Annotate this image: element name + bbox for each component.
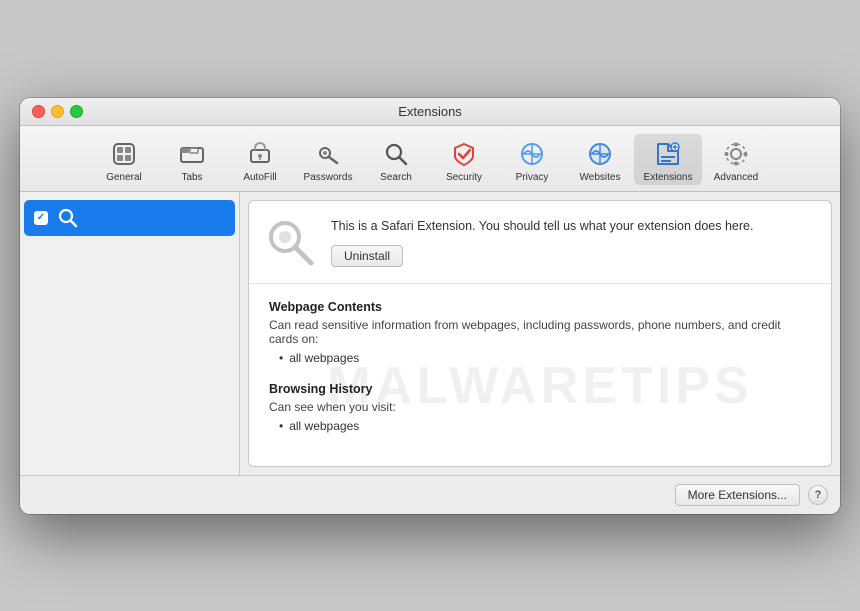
- uninstall-button[interactable]: Uninstall: [331, 245, 403, 267]
- privacy-icon: [516, 138, 548, 170]
- extension-main-icon: [265, 217, 317, 269]
- privacy-label: Privacy: [516, 172, 549, 183]
- toolbar-item-tabs[interactable]: Tabs: [158, 134, 226, 185]
- extension-list-icon: [56, 206, 80, 230]
- permissions-section: Webpage Contents Can read sensitive info…: [249, 284, 831, 466]
- autofill-icon: [244, 138, 276, 170]
- search-toolbar-icon: [380, 138, 412, 170]
- maximize-button[interactable]: [70, 105, 83, 118]
- footer: More Extensions... ?: [20, 475, 840, 514]
- history-item-0: all webpages: [279, 418, 811, 434]
- websites-icon: [584, 138, 616, 170]
- extension-header: This is a Safari Extension. You should t…: [249, 201, 831, 284]
- security-label: Security: [446, 172, 482, 183]
- webpage-contents-desc: Can read sensitive information from webp…: [269, 318, 811, 346]
- search-label: Search: [380, 172, 412, 183]
- websites-label: Websites: [580, 172, 621, 183]
- security-icon: [448, 138, 480, 170]
- tabs-icon: [176, 138, 208, 170]
- toolbar-item-passwords[interactable]: Passwords: [294, 134, 362, 185]
- more-extensions-button[interactable]: More Extensions...: [675, 484, 800, 506]
- window-title: Extensions: [398, 104, 462, 119]
- toolbar-item-autofill[interactable]: AutoFill: [226, 134, 294, 185]
- toolbar-item-websites[interactable]: Websites: [566, 134, 634, 185]
- detail-panel: MALWARETIPS This is a Safari Extension. …: [248, 200, 832, 467]
- checkmark-icon: ✓: [37, 213, 45, 223]
- main-content: ✓ MALWARETIPS: [20, 192, 840, 475]
- sidebar: ✓: [20, 192, 240, 475]
- traffic-lights: [32, 105, 83, 118]
- extension-description: This is a Safari Extension. You should t…: [331, 217, 811, 236]
- webpage-contents-list: all webpages: [279, 350, 811, 366]
- toolbar-item-extensions[interactable]: Extensions: [634, 134, 702, 185]
- general-icon: [108, 138, 140, 170]
- close-button[interactable]: [32, 105, 45, 118]
- autofill-label: AutoFill: [243, 172, 276, 183]
- permission-group-webpage: Webpage Contents Can read sensitive info…: [269, 300, 811, 366]
- permission-group-history: Browsing History Can see when you visit:…: [269, 382, 811, 434]
- sidebar-item-search-ext[interactable]: ✓: [24, 200, 235, 236]
- extension-info: This is a Safari Extension. You should t…: [331, 217, 811, 268]
- extension-checkbox[interactable]: ✓: [34, 211, 48, 225]
- advanced-icon: [720, 138, 752, 170]
- help-button[interactable]: ?: [808, 485, 828, 505]
- toolbar-item-general[interactable]: General: [90, 134, 158, 185]
- titlebar: Extensions: [20, 98, 840, 126]
- passwords-icon: [312, 138, 344, 170]
- advanced-label: Advanced: [714, 172, 758, 183]
- browsing-history-list: all webpages: [279, 418, 811, 434]
- webpage-item-0: all webpages: [279, 350, 811, 366]
- extensions-label: Extensions: [644, 172, 693, 183]
- toolbar-item-privacy[interactable]: Privacy: [498, 134, 566, 185]
- tabs-label: Tabs: [181, 172, 202, 183]
- extensions-icon: [652, 138, 684, 170]
- minimize-button[interactable]: [51, 105, 64, 118]
- toolbar-item-search[interactable]: Search: [362, 134, 430, 185]
- toolbar-item-security[interactable]: Security: [430, 134, 498, 185]
- browsing-history-desc: Can see when you visit:: [269, 400, 811, 414]
- safari-preferences-window: Extensions General: [20, 98, 840, 514]
- passwords-label: Passwords: [304, 172, 353, 183]
- general-label: General: [106, 172, 142, 183]
- webpage-contents-title: Webpage Contents: [269, 300, 811, 314]
- toolbar: General Tabs Auto: [20, 126, 840, 192]
- toolbar-item-advanced[interactable]: Advanced: [702, 134, 770, 185]
- browsing-history-title: Browsing History: [269, 382, 811, 396]
